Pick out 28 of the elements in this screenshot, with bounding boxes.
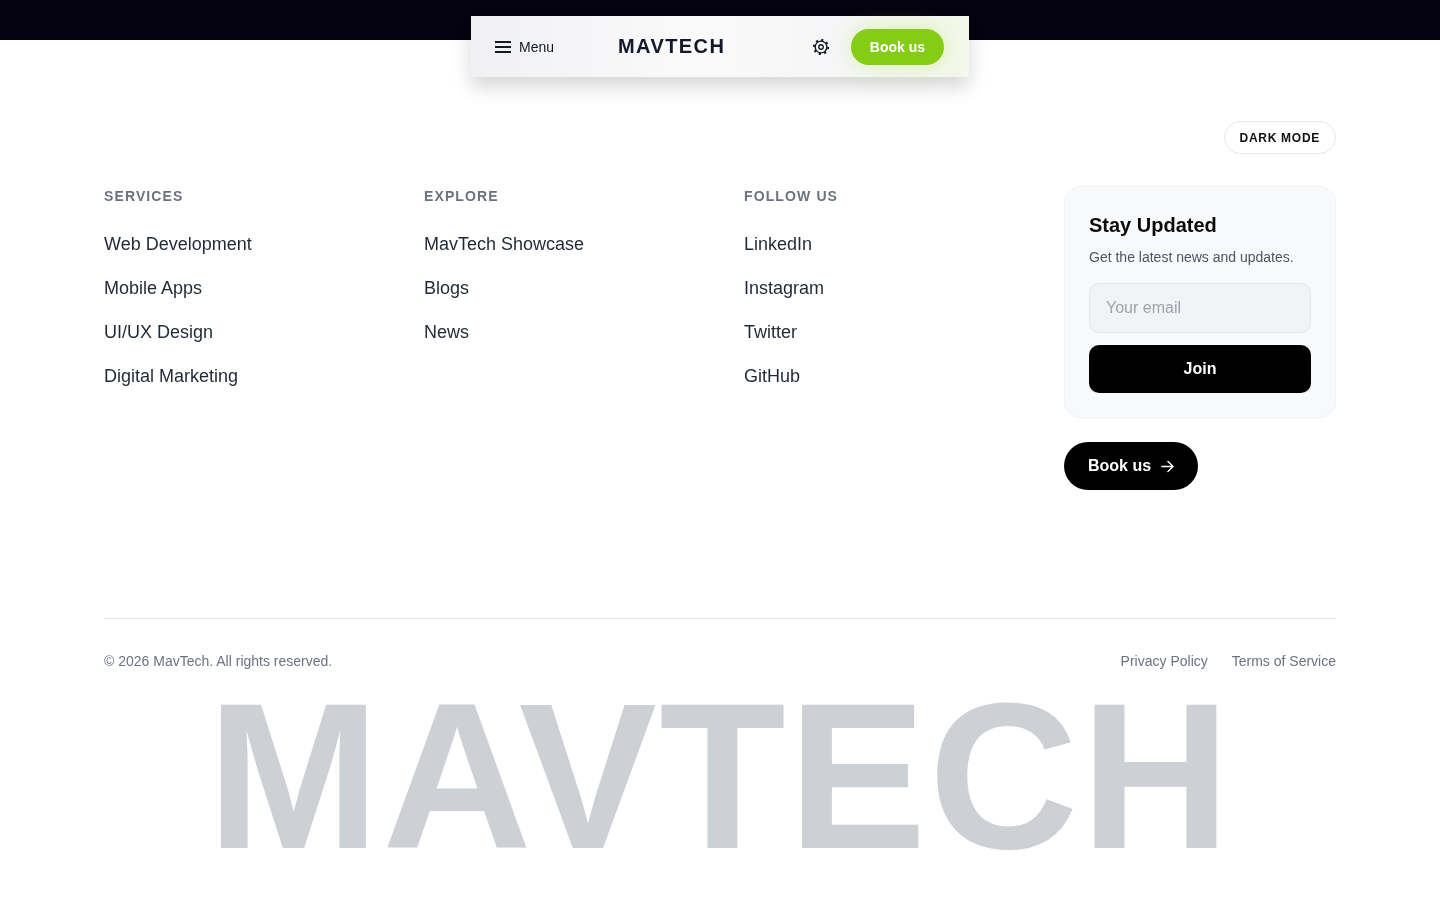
footer-link[interactable]: Instagram [744,274,825,302]
dark-mode-button[interactable]: DARK MODE [1223,121,1336,154]
arrow-right-icon [1161,459,1175,473]
footer-link[interactable]: Digital Marketing [104,362,239,390]
footer-link[interactable]: Mobile Apps [104,274,203,302]
site-logo[interactable]: MAVTECH [618,35,726,58]
newsletter-title: Stay Updated [1089,213,1218,238]
join-button[interactable]: Join [1089,345,1311,393]
footer-link[interactable]: Privacy Policy [1120,651,1208,671]
footer-link[interactable]: Twitter [744,318,797,346]
footer-link[interactable]: Blogs [424,274,470,302]
column-heading: EXPLORE [424,187,499,206]
column-heading: SERVICES [104,187,184,206]
footer-link[interactable]: News [424,318,469,346]
footer-link[interactable]: GitHub [744,362,801,390]
footer-link[interactable]: Web Development [104,230,252,258]
footer-link[interactable]: MavTech Showcase [424,230,585,258]
menu-button[interactable]: Menu [495,38,555,55]
copyright-text: © 2026 MavTech. All rights reserved. [104,652,333,671]
footer-link[interactable]: Terms of Service [1231,651,1336,671]
menu-icon [495,40,511,53]
newsletter-text: Get the latest news and updates. [1089,248,1295,267]
book-button[interactable]: Book us [1064,442,1199,490]
settings-icon[interactable] [811,37,830,56]
footer-link[interactable]: LinkedIn [744,230,813,258]
column-heading: FOLLOW US [744,187,839,206]
email-field[interactable]: Your email [1089,283,1311,333]
footer-link[interactable]: UI/UX Design [104,318,214,346]
